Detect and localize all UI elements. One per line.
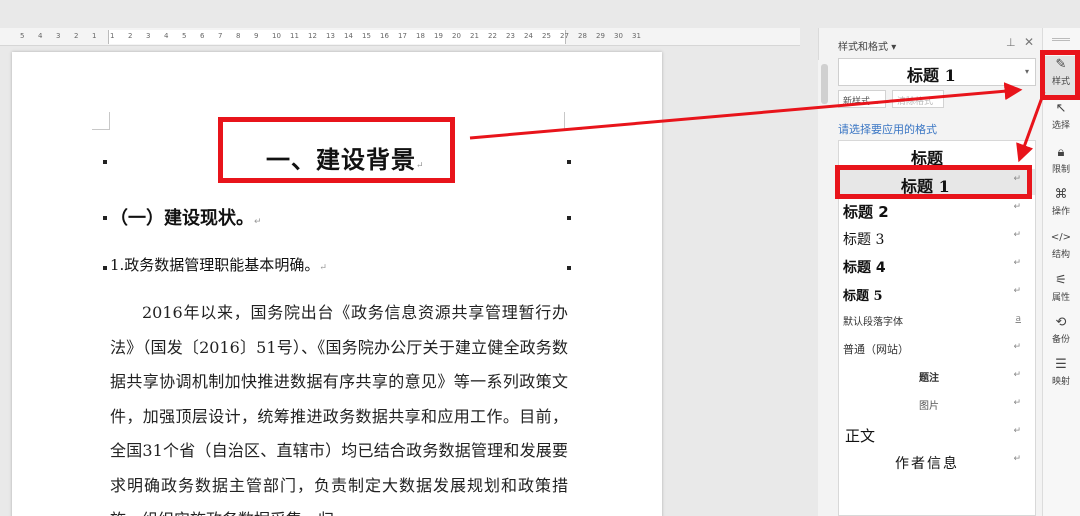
paragraph-bullet-mark [567,216,571,220]
paragraph-bullet-mark [103,216,107,220]
ruler-numbers: 5 4 3 2 1 1 2 3 4 5 6 7 8 9 10 11 12 13 14 15 16 17 18 19 20 21 22… [0,28,800,46]
properties-icon: ⚟ [1055,273,1067,288]
panel-title[interactable]: 样式和格式 ▾ [838,38,896,53]
ruler-number: 13 [326,32,335,40]
paragraph-bullet-mark [103,266,107,270]
new-style-button[interactable]: 新样式... [838,90,886,108]
ruler-number: 1 [110,32,115,40]
code-icon: </> [1050,232,1072,243]
tool-select[interactable]: ↖ 选择 [1044,100,1078,140]
toolbar-grip[interactable] [1052,38,1070,41]
paragraph-bullet-mark [103,160,107,164]
style-item-body-text[interactable]: 正文 ↵ [839,421,1035,447]
title-caret-icon: ▾ [891,42,897,53]
ruler-number: 2 [74,32,79,40]
ruler-number: 7 [218,32,223,40]
mapping-icon: ☰ [1055,357,1067,372]
ruler-number: 3 [56,32,61,40]
ruler-number: 23 [506,32,515,40]
style-item-normal-web[interactable]: 普通（网站） ↵ [839,337,1035,363]
ruler-number: 22 [488,32,497,40]
paragraph-bullet-mark [567,266,571,270]
close-icon[interactable]: ✕ [1024,35,1034,49]
ruler-number: 25 [542,32,551,40]
clear-format-button[interactable]: 清除格式 [892,90,944,108]
ruler-number: 10 [272,32,281,40]
ruler-number: 8 [236,32,241,40]
tool-structure[interactable]: </> 结构 [1044,229,1078,269]
tool-properties[interactable]: ⚟ 属性 [1044,272,1078,312]
ruler-number: 11 [290,32,299,40]
margin-corner-top-left [92,112,110,130]
tool-mapping[interactable]: ☰ 映射 [1044,356,1078,396]
ruler-number: 20 [452,32,461,40]
ruler-number: 31 [632,32,641,40]
ruler-number: 18 [416,32,425,40]
style-item-default-font[interactable]: 默认段落字体 a [839,309,1035,335]
style-item-picture[interactable]: 图片 ↵ [839,393,1035,419]
cursor-icon: ↖ [1055,101,1067,116]
heading-2[interactable]: （一）建设现状。↵ [110,204,262,230]
panel-scrollbar[interactable] [818,60,830,516]
ruler-number: 12 [308,32,317,40]
ruler-number: 17 [398,32,407,40]
ruler-number: 19 [434,32,443,40]
chevron-down-icon: ▾ [1024,67,1029,76]
horizontal-ruler[interactable]: 5 4 3 2 1 1 2 3 4 5 6 7 8 9 10 11 12 13 14 15 16 17 18 19 20 21 22… [0,28,800,46]
style-item-heading-5[interactable]: 标题 5 ↵ [839,281,1035,307]
ruler-number: 9 [254,32,259,40]
ruler-number: 4 [38,32,43,40]
lock-icon: 🔒︎ [1057,145,1065,160]
style-item-title[interactable]: 标题 [839,141,1035,168]
tool-operation[interactable]: ⌘ 操作 [1044,186,1078,226]
heading-3[interactable]: 1.政务数据管理职能基本明确。↵ [110,254,327,275]
tool-backup[interactable]: ⟲ 备份 [1044,314,1078,354]
ruler-number: 15 [362,32,371,40]
ruler-number: 16 [380,32,389,40]
annotation-box-style-item [835,165,1032,199]
pin-icon[interactable]: ⊥ [1006,36,1016,49]
backup-icon: ⟲ [1055,315,1067,330]
ruler-number: 4 [164,32,169,40]
annotation-box-styles-tool [1040,50,1080,100]
annotation-box-heading [218,117,455,183]
operation-icon: ⌘ [1054,187,1068,202]
style-item-author-info[interactable]: 作者信息 ↵ [839,449,1035,475]
ruler-number: 1 [92,32,97,40]
panel-scrollbar-thumb[interactable] [821,64,828,104]
ruler-number: 28 [578,32,587,40]
current-style-select[interactable]: 标题 1 ▾ [838,58,1036,86]
current-style-value: 标题 1 [907,66,956,85]
margin-corner-top-right [564,112,582,130]
ruler-number: 2 [128,32,133,40]
ruler-number: 29 [596,32,605,40]
ruler-number: 5 [20,32,25,40]
style-item-heading-2[interactable]: 标题 2 ↵ [839,197,1035,223]
ruler-number: 3 [146,32,151,40]
tool-restrict[interactable]: 🔒︎ 限制 [1044,144,1078,184]
apply-format-hint: 请选择要应用的格式 [838,123,937,136]
ruler-number: 14 [344,32,353,40]
style-item-heading-4[interactable]: 标题 4 ↵ [839,253,1035,279]
ruler-number: 21 [470,32,479,40]
style-item-caption[interactable]: 题注 ↵ [839,365,1035,391]
ruler-number: 6 [200,32,205,40]
ruler-number: 30 [614,32,623,40]
style-item-heading-3[interactable]: 标题 3 ↵ [839,225,1035,251]
paragraph-bullet-mark [567,160,571,164]
ruler-number: 24 [524,32,533,40]
ruler-number: 27 [560,32,569,40]
ruler-number: 5 [182,32,187,40]
body-paragraph[interactable]: 2016年以来，国务院出台《政务信息资源共享管理暂行办法》（国发〔2016〕51… [110,296,568,516]
